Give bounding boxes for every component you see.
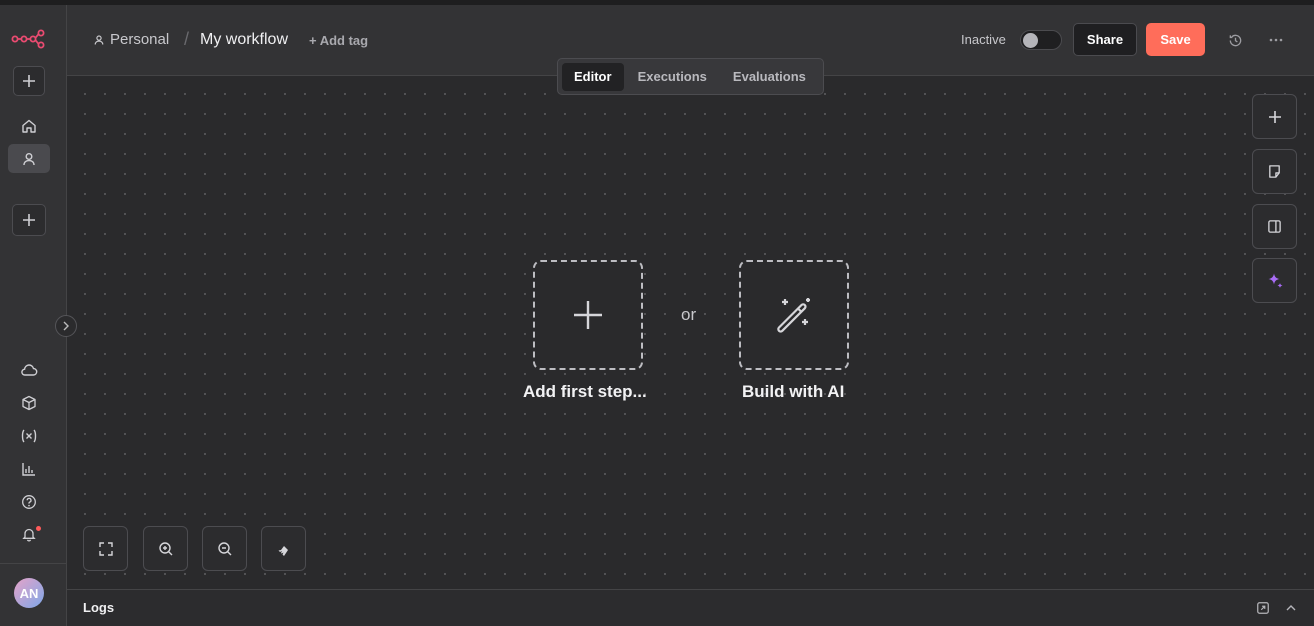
- sidebar: AN: [0, 5, 77, 626]
- breadcrumb-owner[interactable]: Personal: [93, 31, 169, 48]
- help-icon: [22, 495, 36, 509]
- build-with-ai-button[interactable]: [739, 260, 849, 370]
- cloud-icon: [21, 364, 38, 376]
- workflow-name[interactable]: My workflow: [200, 31, 288, 49]
- sparkle-icon: [1268, 273, 1282, 288]
- sidebar-item-templates[interactable]: [13, 390, 45, 416]
- fit-view-icon: [98, 541, 113, 556]
- sidebar-divider: [0, 563, 66, 564]
- plus-icon: [574, 301, 602, 329]
- logs-label: Logs: [83, 600, 115, 615]
- magic-wand-icon: [777, 298, 810, 333]
- insights-icon: [22, 463, 35, 476]
- panel-icon: [1268, 220, 1281, 233]
- workflow-canvas[interactable]: Add first step... or Build with AI: [67, 76, 1314, 589]
- or-label: or: [681, 305, 697, 324]
- zoom-in-icon: [158, 541, 172, 555]
- bell-icon: [22, 528, 36, 542]
- chevron-up-icon: [1286, 605, 1296, 611]
- user-icon: [23, 152, 35, 165]
- pop-out-logs-button[interactable]: [1255, 600, 1271, 616]
- sidebar-item-help[interactable]: [13, 489, 45, 515]
- sticky-note-icon: [1269, 165, 1280, 178]
- open-nodes-panel-button[interactable]: [1252, 94, 1297, 139]
- create-button[interactable]: [13, 66, 45, 96]
- plus-icon: [1268, 110, 1281, 123]
- logs-panel[interactable]: Logs: [67, 589, 1314, 626]
- sidebar-item-personal[interactable]: [8, 144, 50, 173]
- status-label: Inactive: [961, 32, 1006, 47]
- expand-logs-button[interactable]: [1283, 600, 1299, 616]
- avatar[interactable]: AN: [14, 578, 44, 608]
- history-icon: [1229, 34, 1241, 46]
- history-button[interactable]: [1225, 30, 1245, 50]
- sidebar-item-cloud-admin[interactable]: [13, 357, 45, 383]
- share-button[interactable]: Share: [1073, 23, 1137, 56]
- toggle-side-panel-button[interactable]: [1252, 204, 1297, 249]
- notification-dot: [36, 526, 41, 531]
- chevron-right-icon: [63, 321, 69, 331]
- zoom-in-button[interactable]: [143, 526, 188, 571]
- n8n-logo-icon[interactable]: [10, 25, 46, 53]
- home-icon: [22, 119, 36, 133]
- more-options-button[interactable]: [1266, 30, 1286, 50]
- add-project-button[interactable]: [12, 204, 46, 236]
- expand-sidebar-button[interactable]: [55, 315, 77, 337]
- tidy-up-icon: [278, 543, 288, 556]
- zoom-out-button[interactable]: [202, 526, 247, 571]
- ai-assistant-button[interactable]: [1252, 258, 1297, 303]
- active-toggle[interactable]: [1020, 30, 1062, 50]
- plus-icon: [23, 214, 35, 226]
- view-tabs: Editor Executions Evaluations: [557, 58, 824, 95]
- breadcrumb-separator: /: [184, 29, 190, 49]
- sidebar-item-insights[interactable]: [13, 456, 45, 482]
- build-with-ai-label[interactable]: Build with AI: [742, 382, 844, 402]
- plus-icon: [23, 75, 35, 87]
- user-icon: [94, 34, 104, 45]
- toggle-knob: [1023, 33, 1038, 48]
- add-sticky-note-button[interactable]: [1252, 149, 1297, 194]
- avatar-initials: AN: [19, 585, 39, 601]
- variables-icon: [21, 429, 37, 443]
- ellipsis-icon: [1269, 38, 1283, 42]
- add-first-step-button[interactable]: [533, 260, 643, 370]
- tab-evaluations[interactable]: Evaluations: [721, 63, 818, 91]
- tab-editor[interactable]: Editor: [562, 62, 624, 91]
- add-first-step-label[interactable]: Add first step...: [523, 382, 647, 402]
- sidebar-item-variables[interactable]: [13, 423, 45, 449]
- add-tag-button[interactable]: + Add tag: [309, 33, 368, 48]
- package-icon: [22, 395, 36, 411]
- zoom-to-fit-button[interactable]: [83, 526, 128, 571]
- save-button[interactable]: Save: [1146, 23, 1205, 56]
- tab-executions[interactable]: Executions: [626, 63, 719, 91]
- sidebar-item-overview[interactable]: [8, 112, 50, 140]
- tidy-up-button[interactable]: [261, 526, 306, 571]
- zoom-out-icon: [217, 541, 231, 555]
- sidebar-item-notifications[interactable]: [13, 521, 45, 547]
- owner-label: Personal: [110, 31, 170, 48]
- pop-out-icon: [1257, 602, 1269, 614]
